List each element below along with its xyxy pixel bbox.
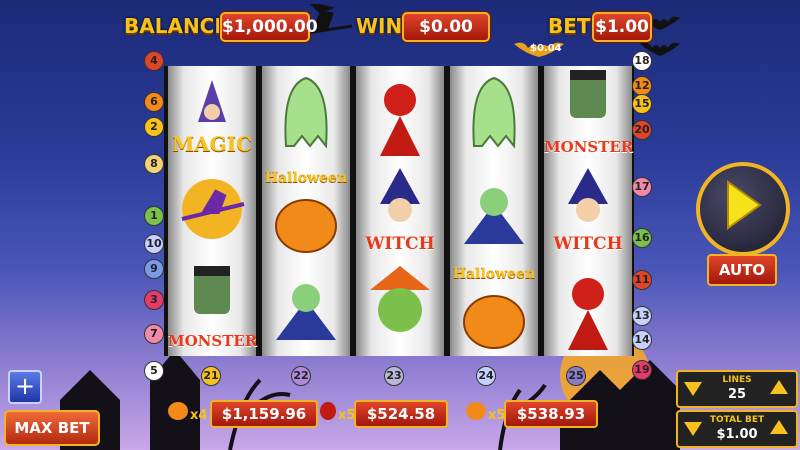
payline-marker-left[interactable]: 9 <box>144 259 164 279</box>
payline-marker-right[interactable]: 18 <box>632 51 652 71</box>
total-bet-decrease-button[interactable] <box>684 422 702 436</box>
symbol-scarecrow <box>356 260 444 356</box>
payline-marker-left[interactable]: 2 <box>144 117 164 137</box>
symbol-witch-on-broom <box>168 164 256 260</box>
win-amount: $1,159.96 <box>210 400 318 428</box>
bet-label: BET <box>548 14 591 38</box>
win-count: x5 <box>338 408 356 423</box>
payline-marker-right[interactable]: 12 <box>632 76 652 96</box>
pumpkin-icon <box>168 402 188 420</box>
symbol-text: MAGIC <box>171 132 252 156</box>
symbol-text: WITCH <box>365 234 435 254</box>
payline-marker-right[interactable]: 16 <box>632 228 652 248</box>
payline-marker-right[interactable]: 11 <box>632 270 652 290</box>
play-icon <box>727 180 762 230</box>
lines-label: LINES <box>722 375 752 385</box>
symbol-ghost <box>262 66 350 162</box>
symbol-text: MONSTER <box>544 138 634 156</box>
lines-decrease-button[interactable] <box>684 382 702 396</box>
payline-marker-left[interactable]: 8 <box>144 154 164 174</box>
symbol-text: MONSTER <box>168 332 258 350</box>
payline-marker-right[interactable]: 17 <box>632 177 652 197</box>
lines-panel: LINES 25 <box>676 370 798 408</box>
symbol-vampire <box>262 260 350 356</box>
payline-marker-right[interactable]: 20 <box>632 120 652 140</box>
reel-2: Halloween <box>262 66 350 356</box>
symbol-text: WITCH <box>553 234 623 254</box>
lines-increase-button[interactable] <box>770 380 788 394</box>
payline-marker-left[interactable]: 1 <box>144 206 164 226</box>
payline-marker-bottom[interactable]: 23 <box>384 366 404 386</box>
max-bet-button[interactable]: MAX BET <box>4 410 100 446</box>
win-value: $0.00 <box>402 12 490 42</box>
payline-marker-right[interactable]: 15 <box>632 94 652 114</box>
lines-value: 25 <box>727 387 747 402</box>
reel-1: MAGIC MONSTER <box>168 66 258 356</box>
symbol-frankenstein: MONSTER <box>544 66 634 162</box>
reel-3: WITCH <box>356 66 444 356</box>
payline-marker-right[interactable]: 14 <box>632 330 652 350</box>
symbol-frankenstein: MONSTER <box>168 260 258 356</box>
spin-button[interactable] <box>696 162 790 256</box>
payline-marker-bottom[interactable]: 22 <box>291 366 311 386</box>
line-bet-value: $0.04 <box>530 43 562 54</box>
symbol-vampire <box>450 164 538 260</box>
bet-value: $1.00 <box>592 12 652 42</box>
reel-5: MONSTER WITCH <box>544 66 634 356</box>
reels-window: MAGIC MONSTER Halloween WITCH Halloween … <box>164 66 634 356</box>
payline-marker-bottom[interactable]: 25 <box>566 366 586 386</box>
payline-marker-right[interactable]: 19 <box>632 360 652 380</box>
payline-marker-left[interactable]: 5 <box>144 361 164 381</box>
reel-4: Halloween <box>450 66 538 356</box>
total-bet-value: $1.00 <box>716 427 758 442</box>
win-amount: $524.58 <box>354 400 448 428</box>
payline-marker-bottom[interactable]: 24 <box>476 366 496 386</box>
auto-button[interactable]: AUTO <box>707 254 777 286</box>
win-count: x5 <box>488 408 506 423</box>
payline-marker-left[interactable]: 3 <box>144 290 164 310</box>
symbol-wizard: MAGIC <box>168 66 256 162</box>
payline-marker-left[interactable]: 7 <box>144 324 164 344</box>
symbol-devil <box>544 260 632 356</box>
balance-label: BALANCE <box>124 14 229 38</box>
payline-marker-left[interactable]: 6 <box>144 92 164 112</box>
payline-marker-left[interactable]: 10 <box>144 234 164 254</box>
symbol-pumpkin: Halloween <box>262 164 350 260</box>
symbol-devil <box>356 66 444 162</box>
symbol-pumpkin: Halloween <box>450 260 538 356</box>
payline-marker-right[interactable]: 13 <box>632 306 652 326</box>
symbol-ghost <box>450 66 538 162</box>
plus-button[interactable]: + <box>8 370 42 404</box>
symbol-witch: WITCH <box>356 164 444 260</box>
win-count: x4 <box>190 408 208 423</box>
pumpkin-icon <box>466 402 486 420</box>
payline-marker-bottom[interactable]: 21 <box>201 366 221 386</box>
payline-marker-left[interactable]: 4 <box>144 51 164 71</box>
win-label: WIN <box>356 14 403 38</box>
devil-icon <box>320 402 336 420</box>
symbol-witch: WITCH <box>544 164 632 260</box>
balance-value: $1,000.00 <box>220 12 318 42</box>
total-bet-label: TOTAL BET <box>709 415 765 425</box>
total-bet-increase-button[interactable] <box>770 420 788 434</box>
total-bet-panel: TOTAL BET $1.00 <box>676 410 798 448</box>
win-amount: $538.93 <box>504 400 598 428</box>
